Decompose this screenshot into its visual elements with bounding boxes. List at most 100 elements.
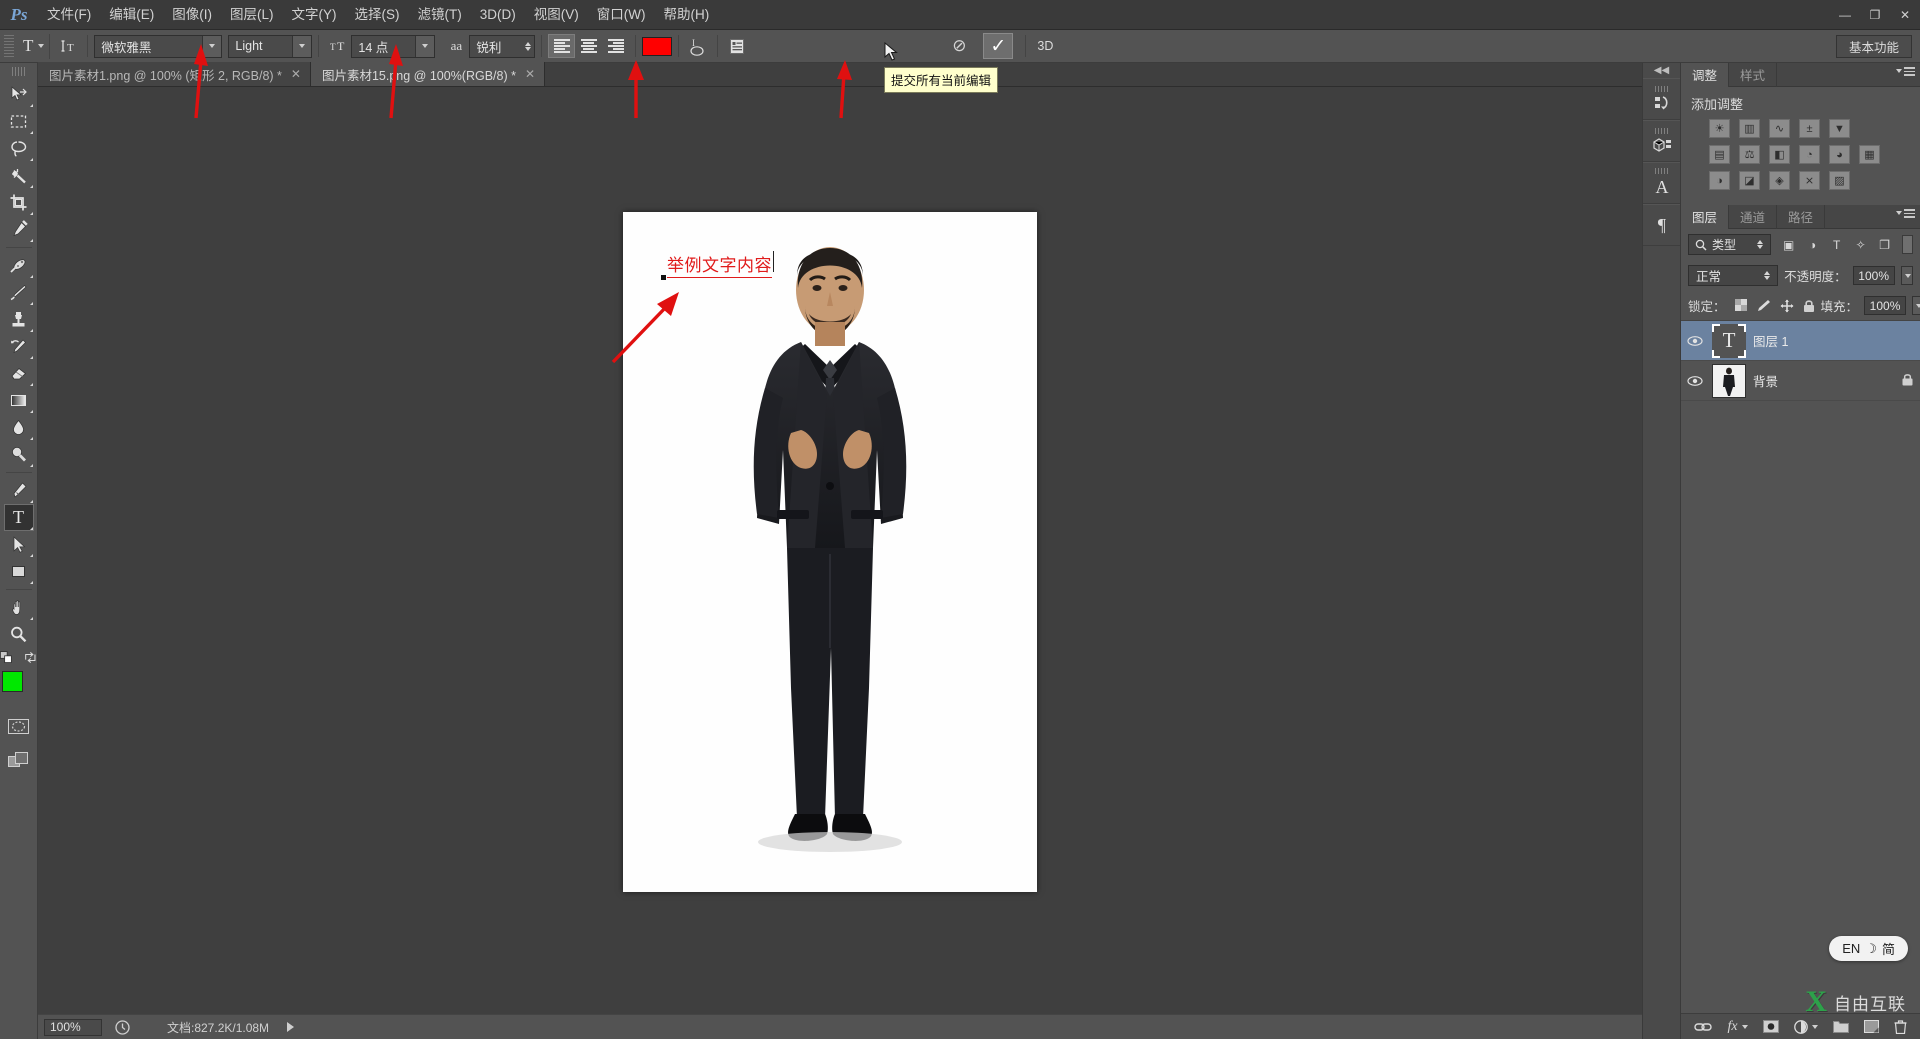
blend-mode-select[interactable]: 正常 [1688, 265, 1779, 286]
menu-item-10[interactable]: 帮助(H) [654, 0, 718, 30]
layer-filter-select[interactable]: 类型 [1688, 234, 1772, 255]
align-left-button[interactable] [548, 34, 576, 58]
dodge-tool[interactable] [4, 441, 34, 468]
layer-thumbnail-background[interactable] [1712, 363, 1746, 398]
layer-name[interactable]: 图层 1 [1753, 331, 1913, 350]
workspace-switcher[interactable]: 基本功能 [1835, 35, 1912, 58]
menu-item-6[interactable]: 滤镜(T) [409, 0, 471, 30]
menu-item-2[interactable]: 图像(I) [163, 0, 221, 30]
font-family-select[interactable]: 微软雅黑 [94, 34, 223, 58]
menu-item-5[interactable]: 选择(S) [346, 0, 409, 30]
photo-filter-adjustment[interactable]: ◔ [1799, 145, 1820, 164]
layer-name[interactable]: 背景 [1753, 371, 1895, 390]
canvas-text-layer[interactable]: 举例文字内容 [661, 251, 774, 280]
options-bar-grip[interactable] [4, 35, 14, 57]
chevron-down-icon[interactable] [292, 35, 312, 57]
fill-slider-button[interactable] [1912, 296, 1920, 315]
default-colors-icon[interactable] [0, 650, 14, 665]
opacity-input[interactable]: 100% [1852, 266, 1895, 285]
align-right-button[interactable] [602, 34, 629, 58]
filter-toggle-switch[interactable] [1902, 235, 1913, 254]
menu-item-3[interactable]: 图层(L) [221, 0, 283, 30]
3d-text-button[interactable]: 3D [1032, 34, 1058, 58]
color-lookup-adjustment[interactable]: ▦ [1859, 145, 1880, 164]
zoom-tool[interactable] [4, 621, 34, 648]
menu-item-0[interactable]: 文件(F) [38, 0, 100, 30]
clone-stamp-tool[interactable] [4, 306, 34, 333]
canvas-area[interactable]: 举例文字内容 [38, 87, 1642, 1014]
stepper-icon[interactable] [1757, 240, 1764, 249]
tab-adjustments[interactable]: 调整 [1681, 62, 1730, 87]
character-panel-icon[interactable]: A [1643, 162, 1681, 204]
align-center-button[interactable] [575, 34, 602, 58]
pen-tool[interactable] [4, 477, 34, 504]
black-white-adjustment[interactable]: ◧ [1769, 145, 1790, 164]
cancel-edits-button[interactable]: ⊘ [945, 33, 973, 59]
crop-tool[interactable] [4, 189, 34, 216]
filter-smart-object-icon[interactable]: ❐ [1873, 234, 1896, 255]
hand-tool[interactable] [4, 594, 34, 621]
filter-adjustment-icon[interactable]: ◑ [1801, 234, 1824, 255]
menu-item-7[interactable]: 3D(D) [471, 0, 525, 30]
move-tool[interactable] [4, 81, 34, 108]
document-tab-0[interactable]: 图片素材1.png @ 100% (矩形 2, RGB/8) * ✕ [38, 62, 311, 86]
toggle-character-paragraph-panels-button[interactable] [724, 34, 750, 58]
zoom-level-input[interactable]: 100% [44, 1018, 102, 1036]
layer-list[interactable]: T 图层 1 背景 [1681, 320, 1920, 1013]
new-fill-adjustment-button[interactable] [1793, 1019, 1818, 1034]
status-menu-arrow-icon[interactable] [287, 1022, 295, 1032]
layer-visibility-icon[interactable] [1685, 335, 1705, 347]
lock-all-icon[interactable] [1803, 299, 1815, 313]
magic-wand-tool[interactable] [4, 162, 34, 189]
history-panel-icon[interactable] [1643, 78, 1681, 120]
type-tool[interactable]: T [3, 504, 34, 531]
table-row[interactable]: T 图层 1 [1681, 321, 1920, 361]
fill-input[interactable]: 100% [1864, 296, 1907, 315]
lock-transparent-pixels-icon[interactable] [1734, 299, 1748, 312]
text-color-swatch[interactable] [642, 36, 673, 56]
spot-healing-brush-tool[interactable] [4, 252, 34, 279]
paragraph-panel-icon[interactable]: ¶ [1643, 204, 1681, 246]
restore-button[interactable]: ❐ [1860, 0, 1890, 30]
filter-pixel-icon[interactable]: ▣ [1777, 234, 1800, 255]
menu-item-4[interactable]: 文字(Y) [283, 0, 346, 30]
threshold-adjustment[interactable]: ◈ [1769, 171, 1790, 190]
toggle-text-orientation-button[interactable]: T [55, 34, 81, 58]
screen-mode-icon[interactable] [4, 746, 34, 773]
close-icon[interactable]: ✕ [291, 67, 301, 81]
close-icon[interactable]: ✕ [525, 67, 535, 81]
menu-item-9[interactable]: 窗口(W) [588, 0, 655, 30]
lasso-tool[interactable] [4, 135, 34, 162]
add-layer-mask-button[interactable] [1762, 1020, 1779, 1033]
history-brush-tool[interactable] [4, 333, 34, 360]
color-balance-adjustment[interactable]: ⚖ [1739, 145, 1760, 164]
document-artboard[interactable]: 举例文字内容 [623, 212, 1037, 892]
minimize-button[interactable]: — [1830, 0, 1860, 30]
stepper-icon[interactable] [1764, 271, 1771, 280]
tab-layers[interactable]: 图层 [1681, 204, 1730, 229]
eraser-tool[interactable] [4, 360, 34, 387]
delete-layer-button[interactable] [1894, 1019, 1907, 1034]
tab-styles[interactable]: 样式 [1729, 62, 1778, 87]
layers-panel-menu-button[interactable] [1893, 209, 1915, 218]
lock-image-pixels-icon[interactable] [1757, 299, 1771, 312]
tool-preset-picker[interactable]: T [18, 33, 51, 59]
filter-shape-icon[interactable]: ✧ [1849, 234, 1872, 255]
tools-panel-grip[interactable] [11, 67, 26, 76]
quick-mask-icon[interactable] [4, 713, 34, 740]
new-group-button[interactable] [1832, 1020, 1849, 1033]
commit-edits-button[interactable]: ✓ [983, 33, 1014, 59]
brightness-contrast-adjustment[interactable]: ☀ [1709, 119, 1730, 138]
status-proxy-icon[interactable] [114, 1019, 131, 1036]
font-style-select[interactable]: Light [228, 34, 313, 58]
antialias-select[interactable]: 锐利 [469, 34, 536, 58]
close-button[interactable]: ✕ [1890, 0, 1920, 30]
rectangle-shape-tool[interactable] [4, 558, 34, 585]
path-selection-tool[interactable] [4, 531, 34, 558]
filter-type-icon[interactable]: T [1825, 234, 1848, 255]
collapse-panels-button[interactable]: ◀◀ [1643, 63, 1680, 78]
selective-color-adjustment[interactable]: ⨯ [1799, 171, 1820, 190]
stepper-icon[interactable] [525, 41, 532, 51]
curves-adjustment[interactable]: ∿ [1769, 119, 1790, 138]
document-tab-1[interactable]: 图片素材15.png @ 100%(RGB/8) * ✕ [310, 62, 546, 86]
